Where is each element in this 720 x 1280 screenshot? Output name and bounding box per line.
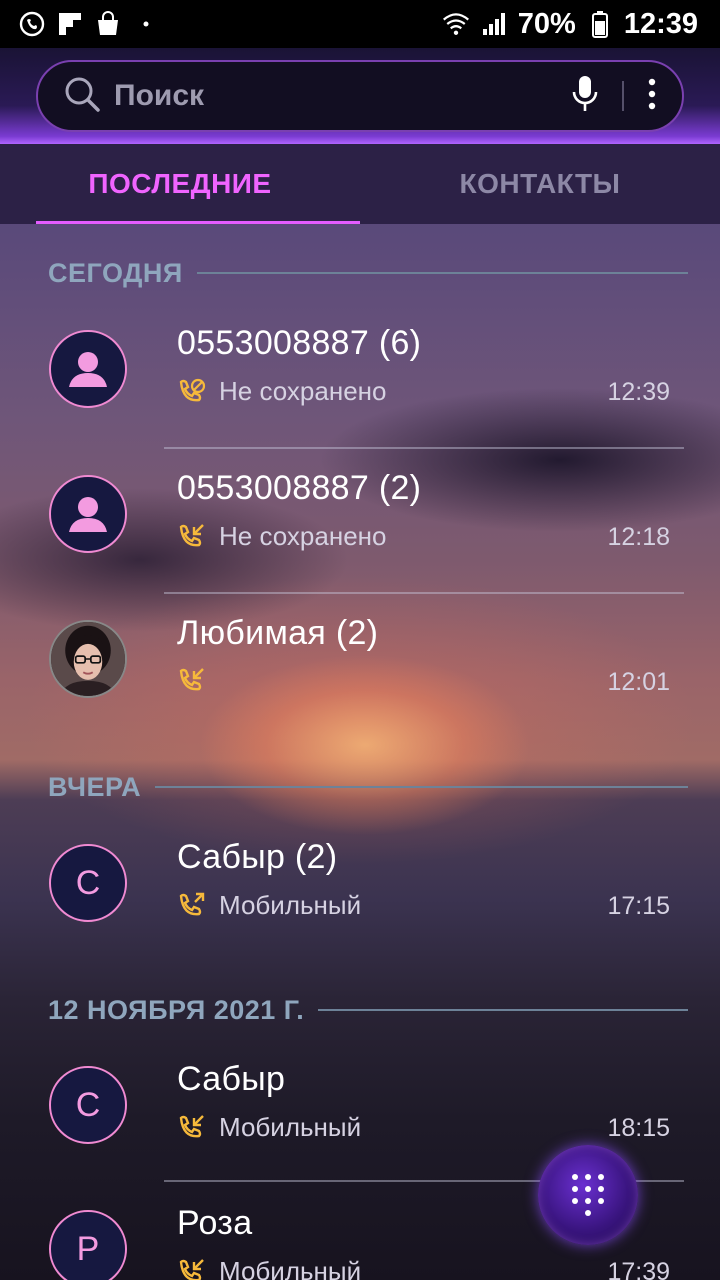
avatar-letter: С [75,863,101,902]
call-log-row[interactable]: 0553008887 (2) Не сохранено 12:18 [0,441,720,585]
person-icon [69,497,107,532]
call-time: 18:15 [607,1114,670,1142]
incoming-call-icon [177,522,207,552]
search-bar[interactable]: Поиск [36,60,684,132]
battery-percent: 70% [517,7,576,40]
call-subtitle: Мобильный [219,1112,362,1142]
section-label: 12 НОЯБРЯ 2021 Г. [48,994,305,1025]
section-header-yesterday: ВЧЕРА [48,767,688,807]
status-bar: 70% 12:39 [0,0,720,48]
call-time: 12:01 [607,668,670,696]
incoming-call-icon [177,666,207,696]
call-log-row[interactable]: 0553008887 (6) Не сохранено 12:39 [0,296,720,440]
search-icon [62,74,102,119]
caller-name: Любимая (2) [177,614,379,652]
section-line [196,272,688,274]
signal-icon [480,10,508,38]
app-header: Поиск [0,48,720,144]
search-input[interactable]: Поиск [114,79,570,113]
caller-name: Роза [177,1204,253,1242]
call-subtitle: Мобильный [219,1256,362,1280]
microphone-icon[interactable] [570,74,600,119]
call-time: 17:39 [607,1258,670,1280]
avatar-letter: С [75,1085,101,1124]
search-divider [622,81,624,111]
call-time: 12:18 [607,523,670,551]
flipboard-icon [56,10,84,38]
dot-icon [132,10,160,38]
incoming-call-icon [177,1257,207,1280]
blocked-call-icon [177,377,207,407]
section-label: СЕГОДНЯ [48,257,183,288]
outgoing-call-icon [177,891,207,921]
caller-name: 0553008887 (6) [177,324,422,362]
avatar[interactable]: С [49,844,127,922]
avatar[interactable] [49,475,127,553]
call-subtitle: Мобильный [219,890,362,920]
dialpad-icon [572,1174,604,1216]
tab-recents[interactable]: ПОСЛЕДНИЕ [0,144,360,224]
section-label: ВЧЕРА [48,771,142,802]
avatar[interactable]: С [49,1066,127,1144]
dialpad-button[interactable] [538,1145,638,1245]
battery-icon [586,10,614,38]
call-subtitle: Не сохранено [219,376,387,406]
section-line [155,786,688,788]
tab-bar: ПОСЛЕДНИЕ КОНТАКТЫ [0,144,720,224]
caller-name: 0553008887 (2) [177,469,422,507]
more-options-icon[interactable] [646,74,658,119]
avatar-letter: Р [76,1229,100,1268]
active-tab-indicator [36,221,360,224]
section-header-date: 12 НОЯБРЯ 2021 Г. [48,990,688,1030]
tab-contacts[interactable]: КОНТАКТЫ [360,144,720,224]
section-header-today: СЕГОДНЯ [48,253,688,293]
call-time: 12:39 [607,378,670,406]
avatar[interactable]: Р [49,1210,127,1280]
call-log-row[interactable]: С Сабыр (2) Мобильный 17:15 [0,810,720,954]
shopping-bag-icon [94,10,122,38]
call-time: 17:15 [607,892,670,920]
clock: 12:39 [623,7,698,40]
incoming-call-icon [177,1113,207,1143]
caller-name: Сабыр [177,1060,286,1098]
person-icon [69,352,107,387]
wifi-icon [442,10,470,38]
missed-call-status-icon [18,10,46,38]
call-log-row[interactable]: Любимая (2) 12:01 [0,586,720,730]
avatar[interactable] [49,330,127,408]
caller-name: Сабыр (2) [177,838,338,876]
call-subtitle: Не сохранено [219,521,387,551]
contact-photo[interactable] [49,620,127,698]
section-line [318,1009,688,1011]
